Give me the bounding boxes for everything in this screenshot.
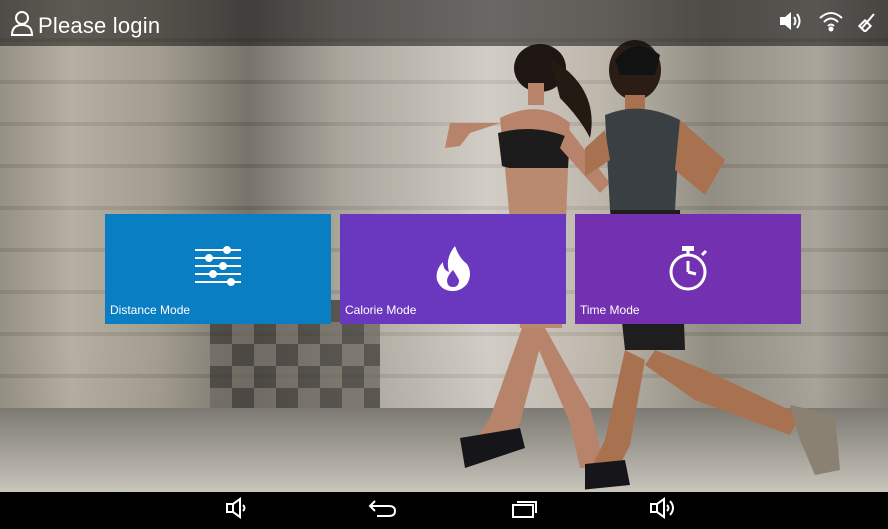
time-mode-tile[interactable]: Time Mode <box>575 214 801 324</box>
recent-apps-button[interactable] <box>508 496 540 524</box>
wifi-icon <box>818 10 844 37</box>
speaker-icon <box>778 11 804 36</box>
sliders-icon <box>193 244 243 295</box>
volume-up-icon <box>649 496 679 524</box>
flame-icon <box>433 244 473 297</box>
calorie-mode-label: Calorie Mode <box>345 303 417 317</box>
back-icon <box>367 498 397 523</box>
time-mode-label: Time Mode <box>580 303 640 317</box>
login-button[interactable]: Please login <box>10 10 160 41</box>
screen: Please login Distance Mode Calorie Mode … <box>0 0 888 529</box>
volume-up-button[interactable] <box>648 496 680 524</box>
status-bar: Please login <box>0 0 888 46</box>
stopwatch-icon <box>665 244 711 297</box>
calorie-mode-tile[interactable]: Calorie Mode <box>340 214 566 324</box>
volume-down-button[interactable] <box>222 496 254 524</box>
volume-down-icon <box>225 496 251 524</box>
back-button[interactable] <box>366 496 398 524</box>
distance-mode-label: Distance Mode <box>110 303 191 317</box>
login-label: Please login <box>38 12 161 38</box>
signal-icon <box>857 10 878 37</box>
navigation-bar <box>0 492 888 529</box>
system-indicators <box>778 10 878 37</box>
distance-mode-tile[interactable]: Distance Mode <box>105 214 331 324</box>
recent-apps-icon <box>510 498 538 523</box>
user-icon <box>10 10 34 41</box>
